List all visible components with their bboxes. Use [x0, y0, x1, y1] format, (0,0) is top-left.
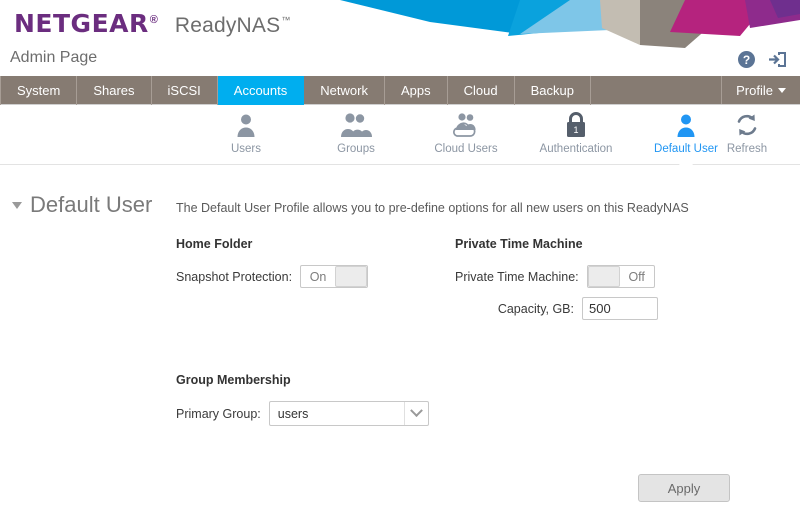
primary-group-row: Primary Group: users: [176, 401, 429, 426]
product-name-text: ReadyNAS: [174, 14, 281, 37]
header-tools: ?: [737, 50, 788, 69]
private-time-machine-row: Private Time Machine: Off: [455, 265, 655, 288]
home-folder-group-title: Home Folder: [176, 237, 253, 251]
tab-apps[interactable]: Apps: [385, 76, 448, 105]
section-description: The Default User Profile allows you to p…: [176, 201, 689, 215]
apply-button[interactable]: Apply: [638, 474, 730, 502]
subnav-label: Groups: [337, 143, 375, 155]
page-title: Admin Page: [10, 49, 98, 66]
tab-backup[interactable]: Backup: [515, 76, 591, 105]
default-user-icon: [673, 110, 699, 138]
page-header: NETGEAR ® ReadyNAS ™ Admin Page ?: [0, 0, 800, 76]
header-decorative-graphic: [340, 0, 800, 48]
subnav-item-groups[interactable]: Groups: [315, 110, 397, 155]
subnav-label: Cloud Users: [434, 143, 498, 155]
toggle-knob[interactable]: [587, 266, 620, 287]
lock-icon: 1: [564, 110, 588, 138]
primary-group-value: users: [277, 406, 309, 421]
subnav-item-users[interactable]: Users: [205, 110, 287, 155]
profile-menu-label: Profile: [736, 83, 773, 98]
svg-text:?: ?: [743, 53, 750, 67]
chevron-down-icon: [778, 88, 786, 93]
subnav-item-authentication[interactable]: 1 Authentication: [535, 110, 617, 155]
tab-label: Backup: [530, 83, 574, 98]
subnav-label: Users: [230, 143, 262, 155]
tab-label: iSCSI: [167, 83, 201, 98]
snapshot-protection-label: Snapshot Protection:: [176, 269, 293, 284]
cloud-users-icon: [449, 110, 483, 138]
brand-logo: NETGEAR ® ReadyNAS ™: [14, 9, 291, 38]
subnav-item-cloud-users[interactable]: Cloud Users: [425, 110, 507, 155]
private-time-machine-group-title: Private Time Machine: [455, 237, 583, 251]
registered-mark: ®: [149, 14, 158, 26]
private-time-machine-label: Private Time Machine:: [455, 269, 579, 284]
chevron-down-icon[interactable]: [403, 402, 428, 425]
primary-group-label: Primary Group:: [176, 406, 261, 421]
private-time-machine-toggle[interactable]: Off: [586, 265, 655, 288]
tab-label: Accounts: [233, 83, 288, 98]
tab-iscsi[interactable]: iSCSI: [152, 76, 218, 105]
help-icon[interactable]: ?: [737, 50, 756, 69]
toggle-state-label: On: [309, 269, 327, 284]
capacity-input[interactable]: [582, 297, 658, 320]
tabbar-spacer: [591, 76, 723, 104]
tab-label: Network: [320, 83, 368, 98]
section-title: Default User: [30, 192, 153, 217]
toggle-state-label: Off: [628, 269, 645, 284]
logout-icon[interactable]: [768, 50, 788, 69]
snapshot-protection-toggle[interactable]: On: [300, 265, 369, 288]
tab-cloud[interactable]: Cloud: [448, 76, 515, 105]
toggle-knob[interactable]: [335, 266, 368, 287]
users-group-icon: [339, 110, 373, 138]
subnav-label: Authentication: [539, 143, 613, 155]
primary-group-select[interactable]: users: [268, 401, 429, 426]
profile-menu[interactable]: Profile: [722, 76, 800, 105]
page-content: Default User The Default User Profile al…: [0, 165, 800, 513]
snapshot-protection-row: Snapshot Protection: On: [176, 265, 369, 288]
capacity-label: Capacity, GB:: [497, 301, 574, 316]
readynas-admin-page: NETGEAR ® ReadyNAS ™ Admin Page ? System…: [0, 0, 800, 514]
refresh-label: Refresh: [726, 143, 768, 155]
group-membership-group-title: Group Membership: [176, 373, 291, 387]
svg-text:1: 1: [573, 125, 578, 135]
brand-netgear-text: NETGEAR: [14, 9, 149, 38]
refresh-icon: [734, 110, 760, 138]
user-icon: [233, 110, 259, 138]
tab-accounts[interactable]: Accounts: [217, 76, 305, 105]
tab-shares[interactable]: Shares: [77, 76, 152, 105]
refresh-button[interactable]: Refresh: [710, 110, 784, 155]
section-header[interactable]: Default User: [12, 192, 152, 218]
accounts-subnavigation: Users Groups Cloud Users 1 Authenticatio…: [0, 105, 800, 166]
subnav-label: Default User: [654, 143, 718, 155]
collapse-triangle-icon[interactable]: [12, 201, 22, 209]
tab-network[interactable]: Network: [304, 76, 385, 105]
tab-label: Apps: [400, 83, 431, 98]
capacity-row: Capacity, GB:: [455, 297, 658, 320]
tab-system[interactable]: System: [0, 76, 78, 105]
trademark-mark: ™: [281, 15, 291, 25]
tab-label: System: [17, 83, 61, 98]
tab-label: Shares: [93, 83, 135, 98]
subnav-items: Users Groups Cloud Users 1 Authenticatio…: [205, 110, 727, 166]
tab-label: Cloud: [463, 83, 498, 98]
main-navigation-tabs: System Shares iSCSI Accounts Network App…: [0, 76, 800, 105]
